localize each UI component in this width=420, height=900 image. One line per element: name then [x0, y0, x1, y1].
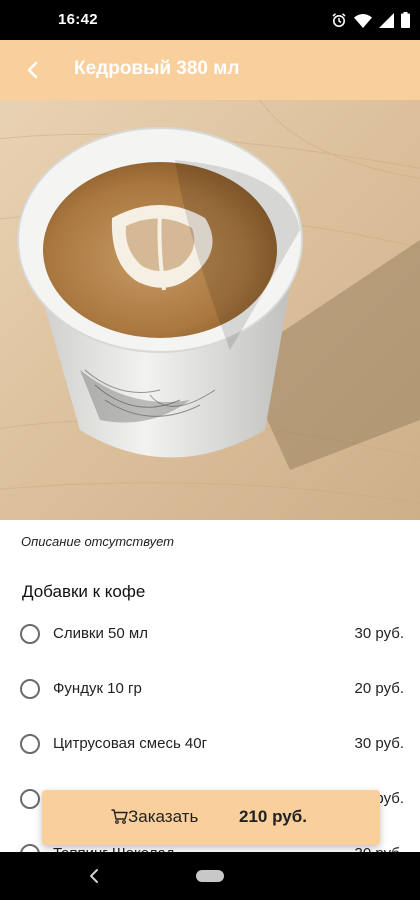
coffee-cup-illustration — [0, 100, 420, 520]
product-image — [0, 100, 420, 520]
addon-name: Сливки 50 мл — [53, 625, 148, 642]
nav-back-icon[interactable] — [84, 866, 104, 886]
chevron-left-icon — [27, 61, 38, 79]
alarm-icon — [332, 13, 346, 27]
product-description: Описание отсутствует — [21, 534, 174, 549]
cart-icon — [111, 809, 128, 824]
addons-title: Добавки к кофе — [22, 582, 146, 601]
status-time: 16:42 — [58, 11, 98, 28]
status-icons — [331, 11, 410, 29]
radio-button[interactable] — [20, 789, 40, 809]
addon-price: 30 руб. — [354, 625, 404, 642]
radio-button[interactable] — [20, 679, 40, 699]
addon-price: 30 руб. — [354, 735, 404, 752]
order-button[interactable]: Заказать 210 руб. — [42, 790, 380, 845]
addon-name: Фундук 10 гр — [53, 680, 142, 697]
addon-item[interactable]: Цитрусовая смесь 40г 30 руб. — [0, 724, 420, 764]
signal-icon — [379, 12, 394, 28]
addon-name: Цитрусовая смесь 40г — [53, 735, 208, 752]
radio-button[interactable] — [20, 734, 40, 754]
battery-icon — [401, 12, 410, 28]
order-total: 210 руб. — [239, 807, 307, 826]
page-title: Кедровый 380 мл — [74, 58, 240, 79]
wifi-icon — [354, 13, 372, 28]
back-button[interactable] — [12, 50, 52, 90]
status-bar: 16:42 — [0, 0, 420, 40]
nav-home-pill[interactable] — [196, 870, 224, 882]
order-label: Заказать — [128, 807, 199, 826]
radio-button[interactable] — [20, 624, 40, 644]
navigation-bar — [0, 852, 420, 900]
addon-item[interactable]: Фундук 10 гр 20 руб. — [0, 669, 420, 709]
addon-item[interactable]: Сливки 50 мл 30 руб. — [0, 614, 420, 654]
app-bar: Кедровый 380 мл — [0, 40, 420, 100]
addon-price: 20 руб. — [354, 680, 404, 697]
